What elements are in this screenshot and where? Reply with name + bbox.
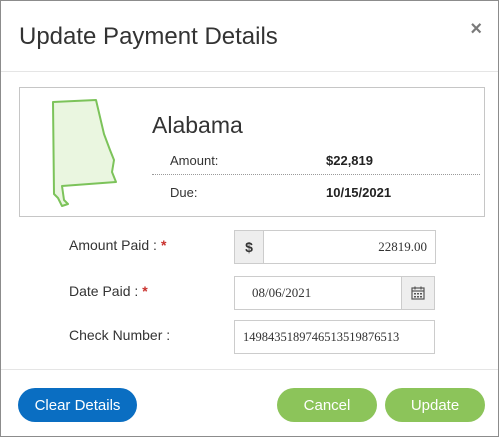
due-row: Due: 10/15/2021 xyxy=(152,176,480,206)
update-button[interactable]: Update xyxy=(385,388,485,422)
due-value: 10/15/2021 xyxy=(326,185,392,200)
due-label: Due: xyxy=(170,185,198,200)
required-mark: * xyxy=(160,237,167,253)
check-number-label: Check Number : xyxy=(69,327,170,343)
date-paid-label-text: Date Paid : xyxy=(69,283,139,299)
close-icon[interactable]: × xyxy=(470,19,482,39)
amount-paid-group: $ 22819.00 xyxy=(234,230,436,264)
dialog-header: Update Payment Details × xyxy=(1,1,498,72)
calendar-icon xyxy=(411,286,425,300)
dollar-addon: $ xyxy=(234,230,264,264)
update-payment-dialog: Update Payment Details × Alabama Amount:… xyxy=(0,0,499,437)
state-name: Alabama xyxy=(152,112,243,138)
amount-label: Amount: xyxy=(170,153,219,168)
date-paid-label: Date Paid : * xyxy=(69,283,148,299)
dialog-footer: Clear Details Cancel Update xyxy=(1,369,498,437)
date-paid-group: 08/06/2021 xyxy=(234,276,435,310)
cancel-button[interactable]: Cancel xyxy=(277,388,377,422)
amount-value: $22,819 xyxy=(326,153,373,168)
state-summary-panel: Alabama Amount: $22,819 Due: 10/15/2021 xyxy=(19,87,485,217)
check-number-label-text: Check Number : xyxy=(69,327,171,343)
date-paid-input[interactable]: 08/06/2021 xyxy=(234,276,411,310)
alabama-map-icon xyxy=(52,99,117,207)
amount-paid-label-text: Amount Paid : xyxy=(69,237,157,253)
required-mark: * xyxy=(142,283,148,299)
amount-paid-input[interactable]: 22819.00 xyxy=(263,230,436,264)
check-number-group: 14984351897465135198765​13 xyxy=(234,320,435,354)
clear-details-button[interactable]: Clear Details xyxy=(18,388,137,422)
dialog-title: Update Payment Details xyxy=(19,23,278,50)
amount-paid-label: Amount Paid : * xyxy=(69,237,166,253)
check-number-input[interactable]: 14984351897465135198765​13 xyxy=(234,320,435,354)
amount-row: Amount: $22,819 xyxy=(152,144,480,175)
calendar-button[interactable] xyxy=(401,276,435,310)
